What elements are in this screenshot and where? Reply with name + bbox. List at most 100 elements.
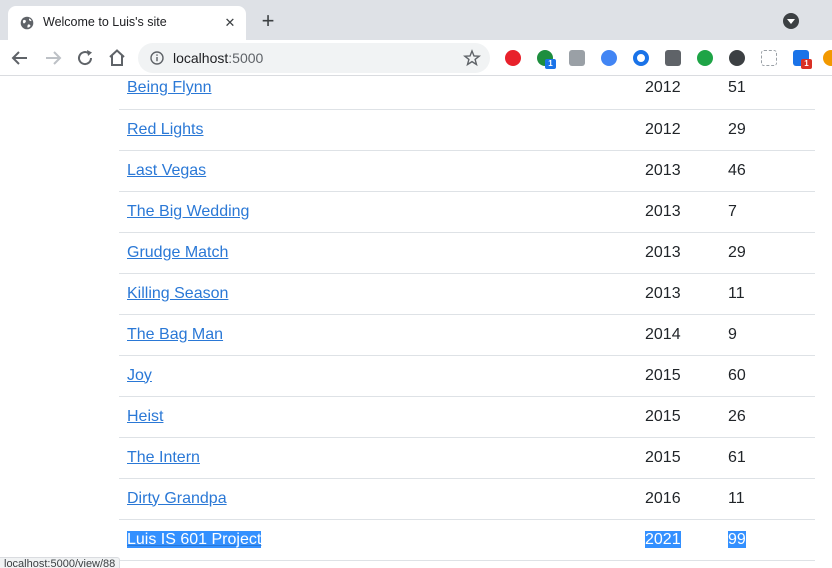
tab-title: Welcome to Luis's site [43,15,167,29]
adblock-plus-icon[interactable] [504,49,522,67]
green-dot-extension-icon[interactable]: 1 [536,49,556,69]
movie-title-link[interactable]: The Big Wedding [127,203,249,220]
orange-extension-icon[interactable] [822,49,832,67]
title-cell: The Bag Man [119,314,637,356]
year-cell: 2021 [637,519,720,561]
score-cell: 26 [720,396,815,438]
score-cell: 60 [720,355,815,397]
url-text[interactable]: localhost:5000 [173,50,263,66]
title-cell: Killing Season [119,273,637,315]
incognito-extension-icon-glyph [729,50,745,66]
movie-title-link[interactable]: Last Vegas [127,162,206,179]
dark-square-extension-icon[interactable] [664,49,682,67]
new-tab-button[interactable]: + [258,10,278,32]
movie-title-link[interactable]: Being Flynn [127,79,212,96]
extension-badge: 1 [801,59,812,69]
title-cell: Joy [119,355,637,397]
url-port: :5000 [228,50,264,66]
google-drive-icon[interactable] [600,49,618,67]
grey-extension-icon[interactable] [568,49,586,67]
status-bar-url: localhost:5000/view/88 [0,557,121,568]
year-cell: 2013 [637,191,720,233]
table-row: Grudge Match 2013 29 [119,232,815,274]
movie-title-link[interactable]: Red Lights [127,121,204,138]
movie-title-link[interactable]: The Intern [127,449,200,466]
table-row: Luis IS 601 Project 2021 99 [119,519,815,561]
title-cell: Red Lights [119,109,637,151]
table-row: Last Vegas 2013 46 [119,150,815,192]
incognito-extension-icon[interactable] [728,49,746,67]
selected-text: 2021 [645,530,681,548]
page-content: Being Flynn 2012 51 Red Lights 2012 29 Last Ve… [0,76,832,568]
year-cell: 2012 [637,76,720,110]
back-arrow-icon[interactable] [8,46,32,70]
year-cell: 2015 [637,355,720,397]
table-row: The Bag Man 2014 9 [119,314,815,356]
title-cell: Dirty Grandpa [119,478,637,520]
title-cell: Heist [119,396,637,438]
title-cell: Grudge Match [119,232,637,274]
dashed-square-extension-icon-glyph [761,50,777,66]
title-cell: The Intern [119,437,637,479]
tab-strip: Welcome to Luis's site ✕ + [0,0,832,40]
movie-title-link[interactable]: Dirty Grandpa [127,490,227,507]
title-cell: Luis IS 601 Project [119,519,637,561]
movie-title-link[interactable]: Joy [127,367,152,384]
year-cell: 2013 [637,273,720,315]
green-face-extension-icon-glyph [697,50,713,66]
google-drive-icon-glyph [601,50,617,66]
movie-title-link[interactable]: The Bag Man [127,326,223,343]
table-row: Heist 2015 26 [119,396,815,438]
movies-table-body: Being Flynn 2012 51 Red Lights 2012 29 Last Ve… [119,76,815,561]
year-cell: 2016 [637,478,720,520]
close-tab-icon[interactable]: ✕ [222,15,238,31]
blue-ring-extension-icon[interactable] [632,49,650,67]
globe-icon [20,16,34,30]
score-cell: 11 [720,273,815,315]
adblock-plus-icon-glyph [505,50,521,66]
dashed-square-extension-icon[interactable] [760,49,778,67]
movie-title-link[interactable]: Heist [127,408,163,425]
dark-square-extension-icon-glyph [665,50,681,66]
year-cell: 2015 [637,396,720,438]
browser-tab[interactable]: Welcome to Luis's site ✕ [8,6,246,40]
score-cell: 51 [720,76,815,110]
year-cell: 2015 [637,437,720,479]
browser-toolbar: localhost:5000 1 1 [0,40,832,76]
movie-title-link[interactable]: Killing Season [127,285,228,302]
year-cell: 2014 [637,314,720,356]
orange-extension-icon-glyph [823,50,832,66]
year-cell: 2012 [637,109,720,151]
bookmark-star-icon[interactable] [463,49,481,67]
table-row: Being Flynn 2012 51 [119,76,815,110]
home-icon[interactable] [105,46,129,70]
table-row: Killing Season 2013 11 [119,273,815,315]
score-cell: 61 [720,437,815,479]
blue-ring-extension-icon-glyph [633,50,649,66]
reload-icon[interactable] [73,46,97,70]
green-face-extension-icon[interactable] [696,49,714,67]
score-cell: 7 [720,191,815,233]
selected-text: 99 [728,530,746,548]
score-cell: 29 [720,232,815,274]
year-cell: 2013 [637,150,720,192]
extension-badge: 1 [545,59,556,69]
address-bar[interactable]: localhost:5000 [138,43,490,73]
table-row: The Intern 2015 61 [119,437,815,479]
profile-extension-icon[interactable]: 1 [792,49,812,69]
info-icon[interactable] [150,51,164,65]
tab-search-icon[interactable] [783,13,799,29]
score-cell: 9 [720,314,815,356]
table-row: The Big Wedding 2013 7 [119,191,815,233]
score-cell: 46 [720,150,815,192]
score-cell: 99 [720,519,815,561]
movie-title-link[interactable]: Luis IS 601 Project [127,530,262,548]
movie-title-link[interactable]: Grudge Match [127,244,228,261]
forward-arrow-icon[interactable] [41,46,65,70]
grey-extension-icon-glyph [569,50,585,66]
url-host: localhost [173,50,229,66]
title-cell: The Big Wedding [119,191,637,233]
selected-text: Luis IS 601 Project [127,530,262,548]
movies-table: Being Flynn 2012 51 Red Lights 2012 29 Last Ve… [119,76,815,561]
table-row: Red Lights 2012 29 [119,109,815,151]
